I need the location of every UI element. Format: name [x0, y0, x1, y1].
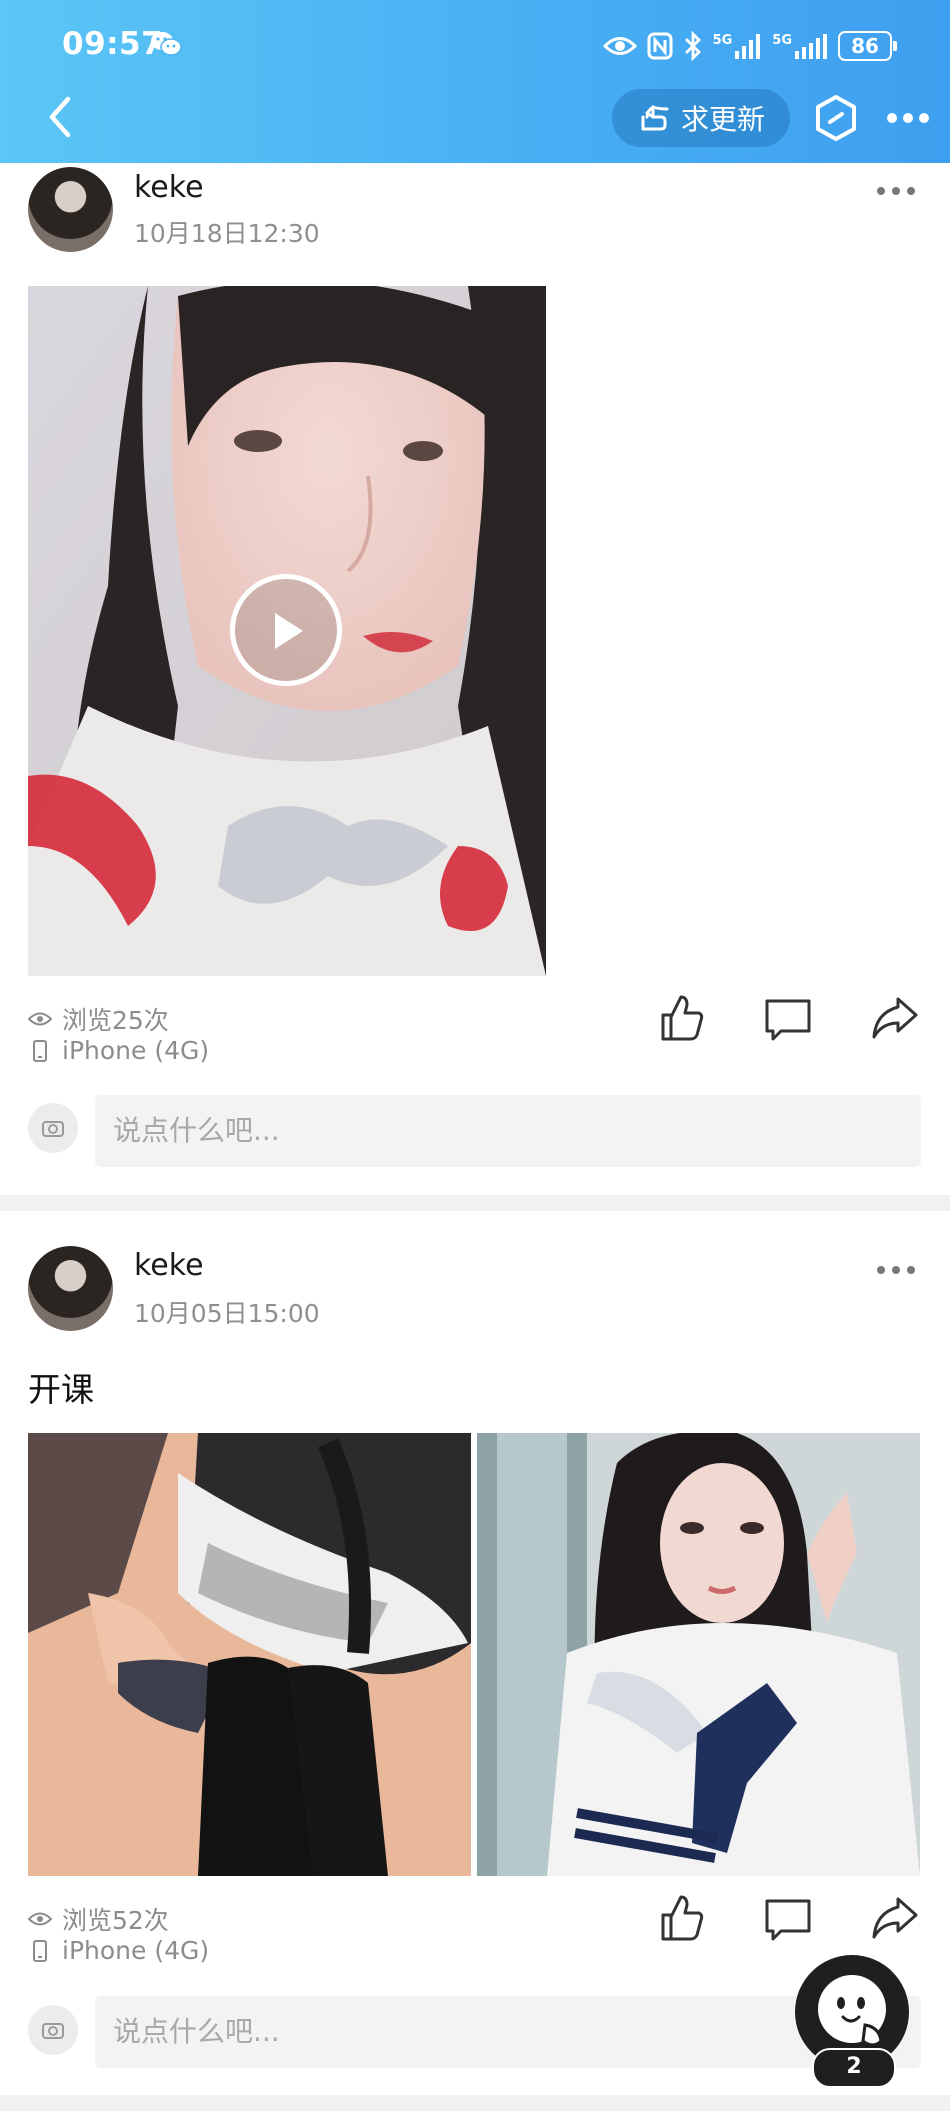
post-time: 10月05日15:00 — [134, 1299, 320, 1328]
hexagon-icon[interactable] — [813, 94, 859, 142]
share-icon[interactable] — [870, 1893, 920, 1943]
post-photo-2[interactable] — [477, 1433, 920, 1876]
photo-image — [477, 1433, 920, 1876]
phone-icon — [33, 1039, 47, 1062]
device-name: iPhone (4G) — [62, 1936, 210, 1965]
play-triangle-icon — [275, 613, 303, 649]
comment-icon[interactable] — [763, 993, 813, 1043]
post-divider — [0, 1195, 950, 1211]
request-update-button[interactable]: 求更新 — [612, 89, 790, 147]
wechat-icon — [151, 32, 182, 56]
post-photo-1[interactable] — [28, 1433, 471, 1876]
battery-indicator: 86 — [838, 31, 897, 61]
more-dots-icon[interactable] — [886, 112, 930, 124]
post-caption: 开课 — [28, 1370, 94, 1409]
status-icons: 5G 5G 86 — [602, 26, 897, 66]
device-line: iPhone (4G) — [28, 1036, 209, 1065]
share-icon[interactable] — [870, 993, 920, 1043]
video-thumbnail[interactable] — [28, 286, 546, 976]
post-username[interactable]: keke — [134, 170, 204, 205]
play-icon[interactable] — [230, 574, 342, 686]
eye-small-icon — [28, 1912, 52, 1926]
back-arrow-icon[interactable] — [40, 92, 80, 142]
comment-icon[interactable] — [763, 1893, 813, 1943]
view-count: 浏览52次 — [62, 1906, 169, 1935]
post-card-1: keke 10月18日12:30 浏览25次 iPhone (4G) 说点什么吧… — [0, 163, 950, 1209]
bluetooth-icon — [684, 31, 701, 61]
camera-icon — [42, 2023, 64, 2039]
signal-icon — [735, 34, 761, 59]
nfc-icon — [647, 32, 673, 60]
signal-label-2: 5G — [772, 33, 792, 48]
comment-input[interactable]: 说点什么吧... — [95, 1095, 921, 1167]
floating-badge-count: 2 — [812, 2048, 896, 2088]
post-divider — [0, 2095, 950, 2111]
signal-label-1: 5G — [712, 33, 733, 48]
comment-avatar — [28, 1103, 78, 1153]
avatar[interactable] — [28, 1246, 113, 1331]
photo-image — [28, 1433, 471, 1876]
post-time: 10月18日12:30 — [134, 219, 320, 248]
views-line: 浏览25次 — [28, 1001, 169, 1037]
views-line: 浏览52次 — [28, 1901, 169, 1937]
eye-small-icon — [28, 1012, 52, 1026]
status-time: 09:57 — [62, 26, 164, 62]
post-more-icon[interactable] — [876, 1265, 916, 1275]
like-icon[interactable] — [657, 993, 707, 1043]
top-header: 09:57 5G 5G 86 求更新 — [0, 0, 950, 163]
camera-icon — [42, 1121, 64, 1137]
like-icon[interactable] — [657, 1893, 707, 1943]
pointing-hand-icon — [641, 105, 669, 131]
post-more-icon[interactable] — [876, 186, 916, 196]
device-line: iPhone (4G) — [28, 1936, 209, 1965]
avatar[interactable] — [28, 167, 113, 252]
device-name: iPhone (4G) — [62, 1036, 210, 1065]
eye-icon — [602, 37, 637, 55]
view-count: 浏览25次 — [62, 1006, 169, 1035]
battery-level: 86 — [851, 34, 879, 58]
phone-icon — [33, 1939, 47, 1962]
post-username[interactable]: keke — [134, 1248, 204, 1283]
signal-icon-2 — [795, 34, 827, 59]
comment-avatar — [28, 2005, 78, 2055]
request-update-label: 求更新 — [680, 103, 765, 136]
